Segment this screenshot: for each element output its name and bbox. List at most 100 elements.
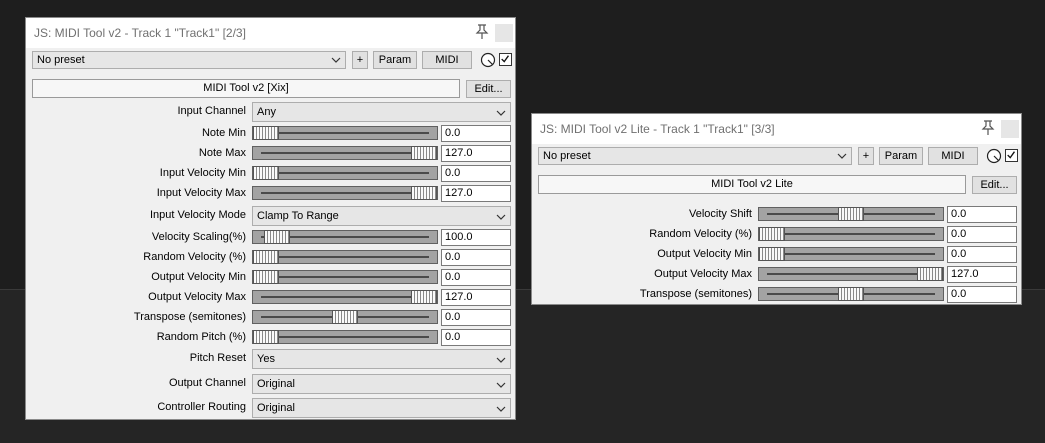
window-titlebar[interactable]: JS: MIDI Tool v2 Lite - Track 1 "Track1"…: [532, 114, 1021, 144]
slider-thumb[interactable]: [332, 310, 358, 324]
slider-thumb[interactable]: [253, 330, 279, 344]
slider-thumb[interactable]: [411, 146, 437, 160]
midi-button[interactable]: MIDI: [422, 51, 472, 69]
param-row-random-pitch-pct: Random Pitch (%) 0.0: [26, 328, 515, 348]
window-titlebar[interactable]: JS: MIDI Tool v2 - Track 1 "Track1" [2/3…: [26, 18, 515, 48]
param-dropdown-pitch-reset[interactable]: Yes: [252, 349, 511, 369]
param-dropdown-controller-routing[interactable]: Original: [252, 398, 511, 418]
param-button[interactable]: Param: [373, 51, 417, 69]
slider-thumb[interactable]: [759, 227, 785, 241]
param-slider-input-velocity-min[interactable]: [252, 166, 438, 180]
param-slider-random-velocity-pct[interactable]: [252, 250, 438, 264]
param-slider-transpose-semitones[interactable]: [758, 287, 944, 301]
chevron-down-icon: [496, 382, 506, 388]
param-label-pitch-reset: Pitch Reset: [189, 352, 246, 364]
param-value-output-velocity-max[interactable]: 127.0: [441, 289, 511, 306]
slider-thumb[interactable]: [253, 166, 279, 180]
param-row-input-velocity-mode: Input Velocity Mode Clamp To Range: [26, 206, 515, 226]
param-row-random-velocity-pct: Random Velocity (%) 0.0: [532, 225, 1021, 245]
param-value-input-velocity-max[interactable]: 127.0: [441, 185, 511, 202]
slider-groove: [261, 172, 429, 174]
param-slider-velocity-shift[interactable]: [758, 207, 944, 221]
param-slider-input-velocity-max[interactable]: [252, 186, 438, 200]
close-button[interactable]: [495, 24, 513, 42]
bypass-checkbox[interactable]: [499, 53, 512, 66]
param-dropdown-value: Original: [257, 378, 295, 390]
add-preset-button[interactable]: +: [858, 147, 874, 165]
param-label-velocity-scalingpct: Velocity Scaling(%): [151, 231, 246, 243]
param-label-output-velocity-max: Output Velocity Max: [148, 291, 246, 303]
param-slider-output-velocity-min[interactable]: [758, 247, 944, 261]
param-value-velocity-scalingpct[interactable]: 100.0: [441, 229, 511, 246]
param-value-note-max[interactable]: 127.0: [441, 145, 511, 162]
preset-value: No preset: [37, 54, 85, 66]
param-value-output-velocity-max[interactable]: 127.0: [947, 266, 1017, 283]
slider-groove: [767, 233, 935, 235]
slider-thumb[interactable]: [838, 207, 864, 221]
param-slider-output-velocity-max[interactable]: [252, 290, 438, 304]
param-row-velocity-scalingpct: Velocity Scaling(%) 100.0: [26, 228, 515, 248]
wet-knob-icon[interactable]: [986, 148, 1002, 164]
param-slider-note-max[interactable]: [252, 146, 438, 160]
param-label-output-velocity-min: Output Velocity Min: [657, 248, 752, 260]
slider-thumb[interactable]: [838, 287, 864, 301]
preset-dropdown[interactable]: No preset: [538, 147, 852, 165]
fx-name-bar: MIDI Tool v2 [Xix]: [32, 79, 460, 98]
param-value-input-velocity-min[interactable]: 0.0: [441, 165, 511, 182]
edit-button[interactable]: Edit...: [466, 80, 511, 98]
check-icon: [501, 55, 510, 63]
param-slider-random-pitch-pct[interactable]: [252, 330, 438, 344]
chevron-down-icon: [496, 406, 506, 412]
param-value-random-velocity-pct[interactable]: 0.0: [947, 226, 1017, 243]
pin-icon[interactable]: [475, 24, 489, 40]
slider-thumb[interactable]: [917, 267, 943, 281]
param-row-output-velocity-min: Output Velocity Min 0.0: [532, 245, 1021, 265]
chevron-down-icon: [496, 214, 506, 220]
slider-thumb[interactable]: [264, 230, 291, 244]
param-slider-note-min[interactable]: [252, 126, 438, 140]
slider-thumb[interactable]: [253, 250, 279, 264]
param-label-note-max: Note Max: [198, 147, 246, 159]
param-value-output-velocity-min[interactable]: 0.0: [441, 269, 511, 286]
param-label-controller-routing: Controller Routing: [157, 401, 246, 413]
midi-button[interactable]: MIDI: [928, 147, 978, 165]
param-dropdown-input-velocity-mode[interactable]: Clamp To Range: [252, 206, 511, 226]
slider-thumb[interactable]: [411, 290, 437, 304]
wet-knob-icon[interactable]: [480, 52, 496, 68]
param-slider-random-velocity-pct[interactable]: [758, 227, 944, 241]
param-slider-output-velocity-max[interactable]: [758, 267, 944, 281]
param-value-output-velocity-min[interactable]: 0.0: [947, 246, 1017, 263]
param-row-output-velocity-max: Output Velocity Max 127.0: [26, 288, 515, 308]
param-row-controller-routing: Controller Routing Original: [26, 398, 515, 418]
chevron-down-icon: [331, 57, 341, 63]
pin-icon[interactable]: [981, 120, 995, 136]
param-value-transpose-semitones[interactable]: 0.0: [947, 286, 1017, 303]
param-slider-output-velocity-min[interactable]: [252, 270, 438, 284]
param-label-velocity-shift: Velocity Shift: [689, 208, 752, 220]
param-value-note-min[interactable]: 0.0: [441, 125, 511, 142]
param-value-random-pitch-pct[interactable]: 0.0: [441, 329, 511, 346]
param-label-random-velocity-pct: Random Velocity (%): [143, 251, 246, 263]
param-dropdown-value: Original: [257, 402, 295, 414]
bypass-checkbox[interactable]: [1005, 149, 1018, 162]
param-dropdown-input-channel[interactable]: Any: [252, 102, 511, 122]
param-button[interactable]: Param: [879, 147, 923, 165]
window-title: JS: MIDI Tool v2 - Track 1 "Track1" [2/3…: [34, 26, 246, 40]
slider-thumb[interactable]: [253, 126, 279, 140]
param-value-random-velocity-pct[interactable]: 0.0: [441, 249, 511, 266]
preset-dropdown[interactable]: No preset: [32, 51, 346, 69]
slider-thumb[interactable]: [253, 270, 279, 284]
param-value-velocity-shift[interactable]: 0.0: [947, 206, 1017, 223]
close-button[interactable]: [1001, 120, 1019, 138]
midi-tool-window: JS: MIDI Tool v2 - Track 1 "Track1" [2/3…: [25, 17, 516, 420]
param-dropdown-output-channel[interactable]: Original: [252, 374, 511, 394]
param-row-output-velocity-max: Output Velocity Max 127.0: [532, 265, 1021, 285]
param-slider-transpose-semitones[interactable]: [252, 310, 438, 324]
param-slider-velocity-scalingpct[interactable]: [252, 230, 438, 244]
slider-thumb[interactable]: [759, 247, 785, 261]
param-value-transpose-semitones[interactable]: 0.0: [441, 309, 511, 326]
add-preset-button[interactable]: +: [352, 51, 368, 69]
slider-thumb[interactable]: [411, 186, 437, 200]
param-label-input-velocity-max: Input Velocity Max: [156, 187, 246, 199]
edit-button[interactable]: Edit...: [972, 176, 1017, 194]
